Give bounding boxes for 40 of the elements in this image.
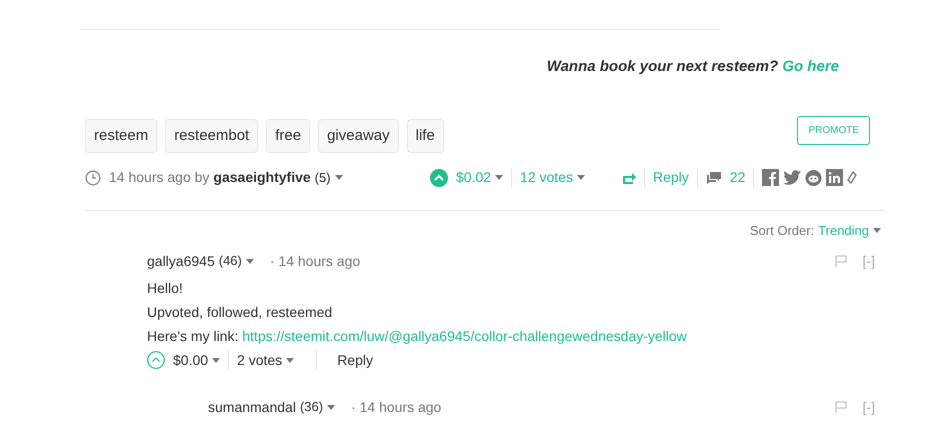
reddit-icon[interactable] [805,169,822,186]
caret-icon[interactable] [495,175,504,180]
comments-icon[interactable] [706,170,722,184]
twitter-icon[interactable] [783,170,802,186]
upvote-icon[interactable] [430,168,448,186]
votes-count[interactable]: 2 votes [237,350,282,370]
link-icon[interactable] [847,170,858,186]
caret-icon[interactable] [334,175,343,180]
resteem-icon[interactable] [622,170,636,184]
caret-icon[interactable] [873,228,881,234]
caret-icon[interactable] [576,175,585,180]
caret-icon[interactable] [212,358,220,362]
comment-author[interactable]: sumanmandal [208,396,296,418]
reply-link[interactable]: Reply [337,350,373,370]
payout-amount[interactable]: $0.00 [173,350,208,370]
post-time: 14 hours ago by [109,168,210,187]
caret-icon[interactable] [286,358,294,362]
tag-link[interactable]: giveaway [318,118,399,153]
sort-label: Sort Order: [750,222,814,240]
author-link[interactable]: gasaeightyfive [213,167,311,188]
linkedin-icon[interactable] [826,169,844,186]
tag-link[interactable]: resteem [85,118,158,153]
tag-link[interactable]: resteembot [165,118,258,153]
tag-link[interactable]: free [266,118,310,153]
comment-text: Upvoted, followed, resteemed [147,302,334,322]
promo-text: Wanna book your next resteem? Go here [546,58,839,75]
caret-icon[interactable] [327,404,336,410]
upvote-icon[interactable] [147,351,165,369]
caret-icon[interactable] [246,258,254,264]
comment-time: · 14 hours ago [270,252,360,271]
clock-icon [85,170,101,186]
comment-time: · 14 hours ago [351,398,442,417]
reputation-score: (5) [314,168,331,187]
facebook-icon[interactable] [762,169,780,186]
comment-text: Hello! [147,278,184,298]
comment-author[interactable]: gallya6945 [147,250,215,272]
reputation-score: (36) [300,398,324,416]
tag-link[interactable]: life [406,118,444,153]
comment-text: Here's my link: https://steemit.com/luw/@gallya6945/collor-challengewednesday-yellow [147,326,688,346]
reputation-score: (46) [218,252,242,270]
